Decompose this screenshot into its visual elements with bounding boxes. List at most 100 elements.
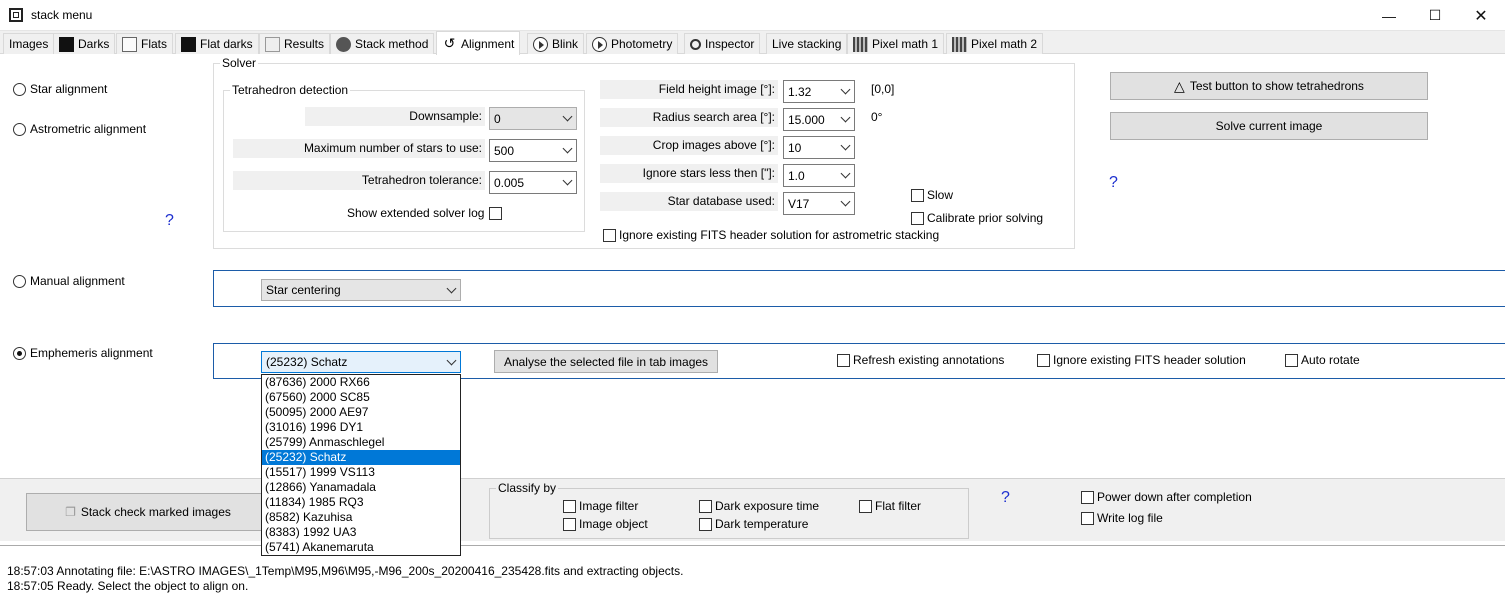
radio-circle [13,122,26,136]
chevron-down-icon [446,283,457,294]
dropdown-item[interactable]: (12866) Yanamadala [262,480,460,495]
star-alignment-radio[interactable]: Star alignment [13,82,107,96]
dropdown-item[interactable]: (5741) Akanemaruta [262,540,460,555]
field-height-label: Field height image [°]: [600,80,778,99]
dropdown-item[interactable]: (50095) 2000 AE97 [262,405,460,420]
solve-current-image-button[interactable]: Solve current image [1110,112,1428,140]
tab-pixel-math-2[interactable]: Pixel math 2 [946,33,1044,54]
ignore-fits-ephemeris-checkbox[interactable]: Ignore existing FITS header solution [1037,353,1246,367]
checkbox-box [603,228,616,242]
magnifier-icon [690,38,701,50]
tab-label: Blink [552,37,579,51]
pixel-math-icon [853,36,868,52]
radius-select[interactable]: 15.000 [783,108,855,131]
dropdown-item[interactable]: (31016) 1996 DY1 [262,420,460,435]
classify-help-link[interactable]: ? [1001,489,1010,507]
field-height-select[interactable]: 1.32 [783,80,855,103]
classify-group [489,488,969,539]
ephemeris-object-select[interactable]: (25232) Schatz [261,351,461,373]
chevron-down-icon [840,196,851,207]
chevron-down-icon [562,111,573,122]
dropdown-item[interactable]: (87636) 2000 RX66 [262,375,460,390]
tab-pixel-math-1[interactable]: Pixel math 1 [847,33,945,54]
close-button[interactable]: ✕ [1458,0,1504,31]
downsample-label: Downsample: [305,107,485,126]
maximize-button[interactable]: ☐ [1412,0,1458,31]
tab-flat-darks[interactable]: Flat darks [175,33,259,54]
pixel-math-icon [952,36,967,52]
log-memo[interactable]: 18:57:03 Annotating file: E:\ASTRO IMAGE… [0,545,1505,615]
crop-select[interactable]: 10 [783,136,855,159]
dropdown-item[interactable]: (67560) 2000 SC85 [262,390,460,405]
tab-results[interactable]: Results [259,33,331,54]
gear-icon [336,36,351,52]
astrometric-alignment-radio[interactable]: Astrometric alignment [13,122,146,136]
dropdown-item[interactable]: (25799) Anmaschlegel [262,435,460,450]
tab-label: Pixel math 1 [872,37,939,51]
dropdown-item[interactable]: (8582) Kazuhisa [262,510,460,525]
dropdown-item[interactable]: (11834) 1985 RQ3 [262,495,460,510]
checkbox-box [1037,353,1050,367]
tab-images[interactable]: Images [3,33,55,54]
manual-alignment-radio[interactable]: Manual alignment [13,274,125,288]
max-stars-value: 500 [494,143,515,158]
dropdown-item[interactable]: (8383) 1992 UA3 [262,525,460,540]
dropdown-item[interactable]: (15517) 1999 VS113 [262,465,460,480]
stack-check-marked-button[interactable]: ❐ Stack check marked images [26,493,270,531]
log-line: 18:57:03 Annotating file: E:\ASTRO IMAGE… [7,564,684,578]
auto-rotate-checkbox[interactable]: Auto rotate [1285,353,1360,367]
star-centering-select[interactable]: Star centering [261,279,461,301]
tab-inspector[interactable]: Inspector [684,33,761,54]
tolerance-select[interactable]: 0.005 [489,171,577,194]
tab-darks[interactable]: Darks [53,33,116,54]
tab-blink[interactable]: Blink [527,33,585,54]
tab-label: Live stacking [772,37,842,51]
checkbox-box [563,499,576,513]
calibrate-checkbox[interactable]: Calibrate prior solving [911,211,1043,225]
radius-value: 15.000 [788,112,825,127]
tab-label: Inspector [705,37,755,51]
tab-flats[interactable]: Flats [116,33,174,54]
solver-help-link[interactable]: ? [1109,174,1118,192]
checkbox-box [837,353,850,367]
dark-temperature-checkbox[interactable]: Dark temperature [699,517,808,531]
refresh-annotations-checkbox[interactable]: Refresh existing annotations [837,353,1004,367]
ephemeris-object-dropdown-list[interactable]: (87636) 2000 RX66 (67560) 2000 SC85 (50095… [261,374,461,556]
dropdown-item[interactable]: (25232) Schatz [262,450,460,465]
button-label: Analyse the selected file in tab images [503,354,709,369]
tab-label: Stack method [355,37,429,51]
alignment-panel: Star alignment Astrometric alignment ? M… [0,55,1505,477]
radio-label: Emphemeris alignment [30,346,153,360]
image-object-checkbox[interactable]: Image object [563,517,648,531]
title-bar: stack menu — ☐ ✕ [0,0,1505,31]
max-stars-select[interactable]: 500 [489,139,577,162]
test-tetrahedrons-button[interactable]: △ Test button to show tetrahedrons [1110,72,1428,100]
crop-label: Crop images above [°]: [600,136,778,155]
dark-exposure-checkbox[interactable]: Dark exposure time [699,499,819,513]
ignore-fits-astrometric-checkbox[interactable]: Ignore existing FITS header solution for… [603,228,939,242]
downsample-select[interactable]: 0 [489,107,577,130]
tetrahedron-group-title: Tetrahedron detection [230,83,351,97]
power-down-checkbox[interactable]: Power down after completion [1081,490,1252,504]
radio-circle [13,82,26,96]
tab-stack-method[interactable]: Stack method [330,33,435,54]
window-title: stack menu [31,8,93,22]
tab-live-stacking[interactable]: Live stacking [766,33,848,54]
chevron-down-icon [446,355,457,366]
ignore-stars-select[interactable]: 1.0 [783,164,855,187]
slow-checkbox[interactable]: Slow [911,188,953,202]
flat-filter-checkbox[interactable]: Flat filter [859,499,921,513]
write-log-checkbox[interactable]: Write log file [1081,511,1163,525]
checkbox-label: Slow [927,188,954,202]
astrometric-help-link[interactable]: ? [165,212,174,230]
ephemeris-alignment-radio[interactable]: Emphemeris alignment [13,346,153,360]
image-filter-checkbox[interactable]: Image filter [563,499,638,513]
tab-photometry[interactable]: Photometry [586,33,679,54]
analyse-file-button[interactable]: Analyse the selected file in tab images [494,350,718,373]
minimize-button[interactable]: — [1366,0,1412,31]
tab-alignment[interactable]: ↺ Alignment [436,31,521,55]
extended-log-checkbox[interactable] [489,207,502,220]
downsample-value: 0 [494,111,501,126]
checkbox-box [1081,490,1094,504]
database-select[interactable]: V17 [783,192,855,215]
